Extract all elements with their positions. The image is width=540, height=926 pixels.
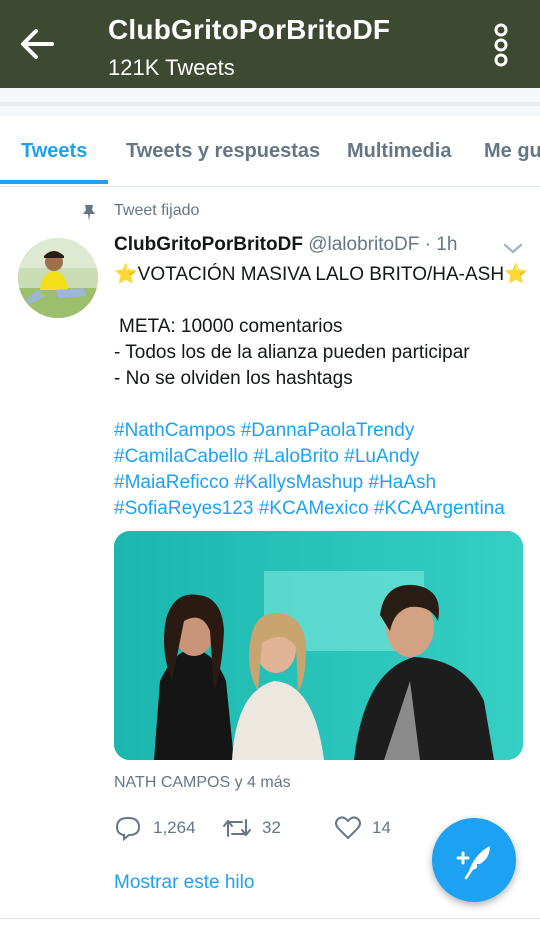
profile-title: ClubGritoPorBritoDF (108, 14, 391, 45)
tab-tweets-y-respuestas[interactable]: Tweets y respuestas (126, 140, 320, 163)
user-handle[interactable]: @lalobritoDF (308, 234, 419, 255)
media-tagged-users[interactable]: NATH CAMPOS y 4 más (114, 774, 291, 792)
reply-count: 1,264 (153, 818, 196, 837)
pin-icon (83, 205, 95, 221)
hashtag-link[interactable]: #NathCampos (114, 420, 235, 441)
like-count: 14 (372, 818, 391, 837)
hashtag-block: #NathCampos #DannaPaolaTrendy #CamilaCab… (114, 418, 505, 522)
tweet-text: ⭐VOTACIÓN MASIVA LALO BRITO/HA-ASH⭐ META… (114, 262, 528, 392)
hashtag-link[interactable]: #LaloBrito (253, 446, 339, 467)
tab-multimedia[interactable]: Multimedia (347, 140, 451, 163)
retweet-button[interactable]: 32 (222, 814, 302, 842)
compose-tweet-button[interactable] (432, 818, 516, 902)
chevron-down-icon[interactable] (500, 240, 526, 258)
hashtag-link[interactable]: #LuAndy (344, 446, 419, 467)
tab-me-gusta[interactable]: Me gu (484, 140, 540, 163)
hashtag-link[interactable]: #DannaPaolaTrendy (241, 420, 415, 441)
tweet-header: ClubGritoPorBritoDF @lalobritoDF · 1h (114, 234, 457, 256)
hashtag-link[interactable]: #CamilaCabello (114, 446, 248, 467)
tab-tweets[interactable]: Tweets (21, 140, 87, 163)
app-bar: ClubGritoPorBritoDF 121K Tweets (0, 0, 540, 88)
tweet-line: - Todos los de la alianza pueden partici… (114, 342, 470, 363)
star-icon: ⭐ (114, 264, 138, 285)
pinned-label: Tweet fijado (114, 202, 200, 219)
hashtag-link[interactable]: #SofiaReyes123 (114, 498, 253, 519)
tweet-headline: ⭐VOTACIÓN MASIVA LALO BRITO/HA-ASH⭐ (114, 262, 528, 288)
tweet-line: META: 10000 comentarios (119, 316, 343, 337)
show-thread-link[interactable]: Mostrar este hilo (114, 872, 254, 894)
hashtag-link[interactable]: #HaAsh (369, 472, 437, 493)
hashtag-link[interactable]: #KallysMashup (234, 472, 363, 493)
hashtag-link[interactable]: #KCAMexico (259, 498, 369, 519)
tweet-line: - No se olviden los hashtags (114, 368, 353, 389)
separator-dot: · (424, 234, 431, 255)
hashtag-link[interactable]: #KCAArgentina (374, 498, 505, 519)
more-options-icon[interactable] (486, 22, 516, 68)
like-button[interactable]: 14 (334, 814, 414, 842)
avatar[interactable] (18, 238, 98, 318)
star-icon: ⭐ (504, 264, 528, 285)
tweet-divider (0, 918, 540, 919)
reply-button[interactable]: 1,264 (114, 814, 204, 842)
headline-text: VOTACIÓN MASIVA LALO BRITO/HA-ASH (137, 264, 505, 285)
back-arrow-icon[interactable] (16, 26, 60, 62)
tweet-media-image[interactable] (114, 531, 523, 760)
active-tab-indicator (0, 180, 108, 184)
heart-icon (335, 816, 361, 839)
reply-icon (115, 816, 141, 842)
profile-tabs: Tweets Tweets y respuestas Multimedia Me… (0, 116, 540, 187)
header-divider (0, 88, 540, 116)
hashtag-link[interactable]: #MaiaReficco (114, 472, 229, 493)
retweet-icon (223, 819, 251, 837)
display-name[interactable]: ClubGritoPorBritoDF (114, 234, 303, 255)
tweet-count: 121K Tweets (108, 55, 235, 80)
tweet-time: 1h (436, 234, 458, 255)
retweet-count: 32 (262, 818, 281, 837)
compose-feather-icon (456, 846, 490, 880)
